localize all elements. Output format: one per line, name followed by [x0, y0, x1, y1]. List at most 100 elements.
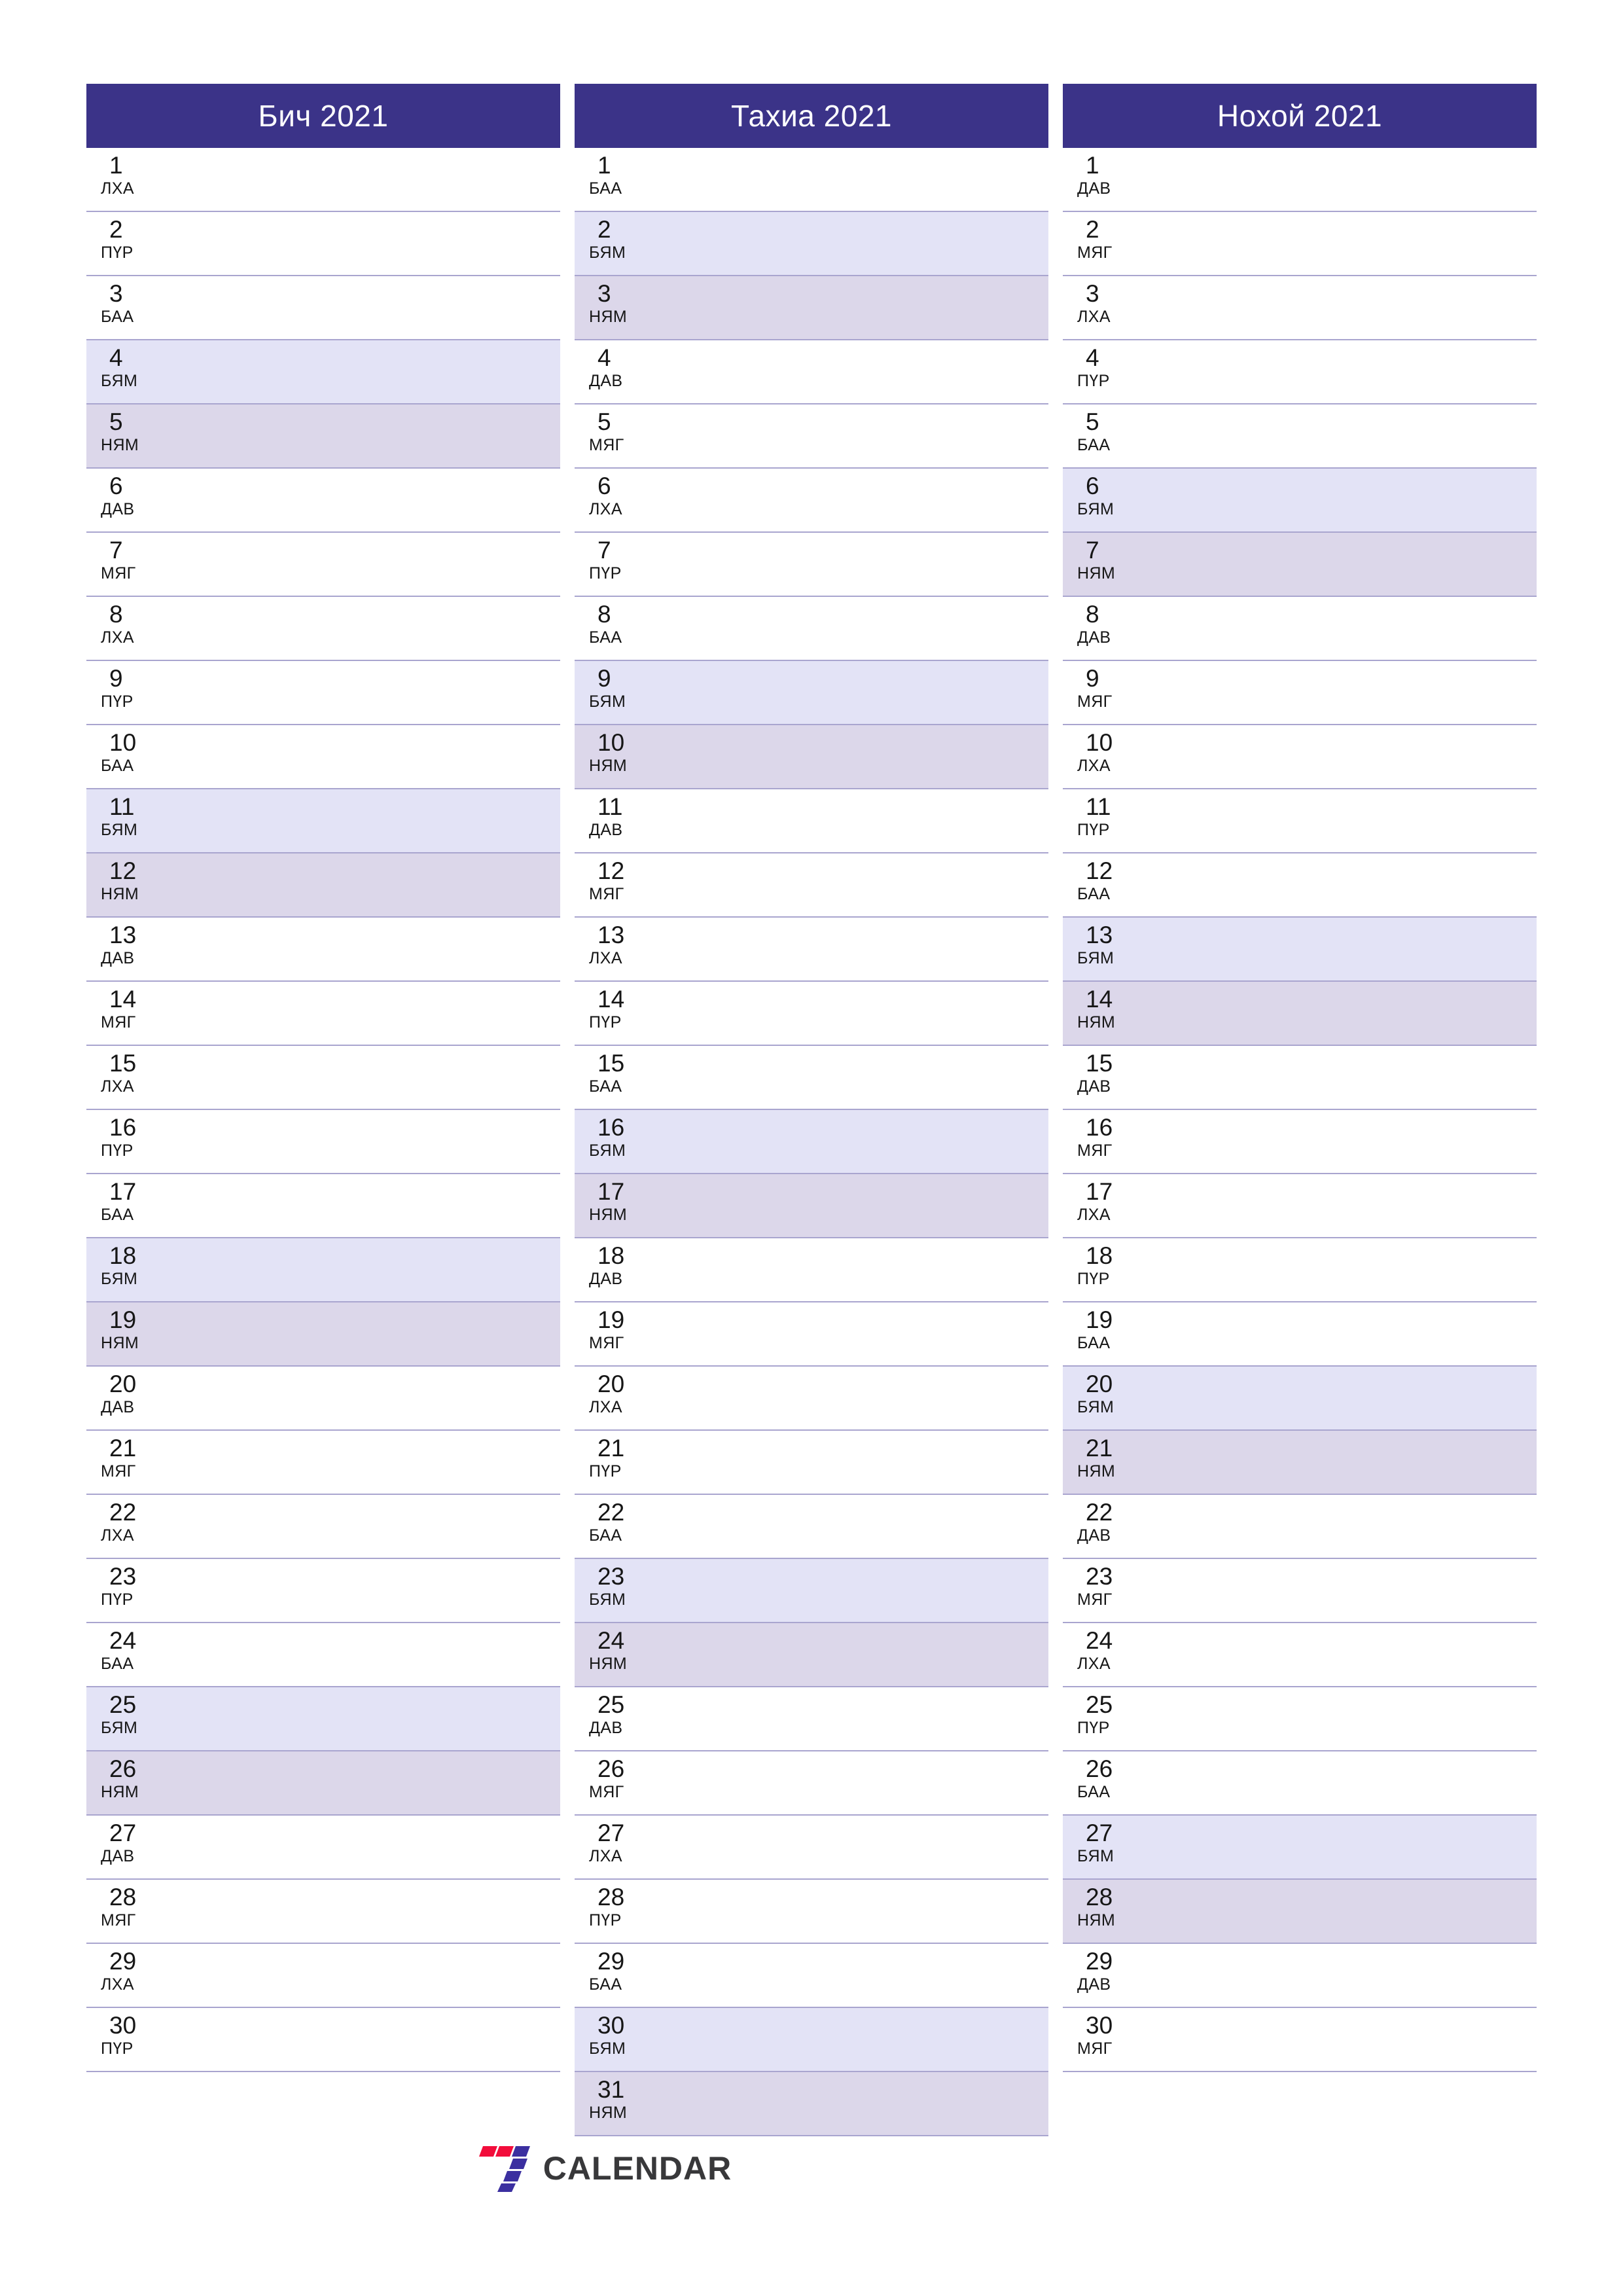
day-row[interactable]: 19 БАА	[1063, 1302, 1537, 1367]
day-row[interactable]: 24 ЛХА	[1063, 1623, 1537, 1687]
day-row[interactable]: 27 ДАВ	[86, 1816, 560, 1880]
day-row[interactable]: 14 ПҮР	[575, 982, 1048, 1046]
day-row[interactable]: 21 ПҮР	[575, 1431, 1048, 1495]
day-row[interactable]: 22 ЛХА	[86, 1495, 560, 1559]
day-row[interactable]: 8 БАА	[575, 597, 1048, 661]
day-row[interactable]: 30 ПҮР	[86, 2008, 560, 2072]
day-row[interactable]: 4 ПҮР	[1063, 340, 1537, 404]
day-row[interactable]: 2 ПҮР	[86, 212, 560, 276]
day-row[interactable]: 4 БЯМ	[86, 340, 560, 404]
day-row[interactable]: 5 МЯГ	[575, 404, 1048, 469]
day-row[interactable]: 1 ДАВ	[1063, 148, 1537, 212]
day-row[interactable]: 2 БЯМ	[575, 212, 1048, 276]
day-row[interactable]: 19 НЯМ	[86, 1302, 560, 1367]
day-row[interactable]: 6 БЯМ	[1063, 469, 1537, 533]
day-row[interactable]: 21 НЯМ	[1063, 1431, 1537, 1495]
day-row[interactable]: 23 БЯМ	[575, 1559, 1048, 1623]
day-row[interactable]: 7 ПҮР	[575, 533, 1048, 597]
day-weekday: ДАВ	[1077, 1975, 1111, 1994]
day-row[interactable]: 13 ЛХА	[575, 918, 1048, 982]
day-row[interactable]: 4 ДАВ	[575, 340, 1048, 404]
day-row[interactable]: 8 ЛХА	[86, 597, 560, 661]
day-row[interactable]: 3 НЯМ	[575, 276, 1048, 340]
day-number: 24	[597, 1627, 625, 1654]
footer-logo: CALENDAR	[86, 2132, 1123, 2204]
day-row[interactable]: 17 НЯМ	[575, 1174, 1048, 1238]
day-row[interactable]: 1 ЛХА	[86, 148, 560, 212]
day-weekday: МЯГ	[1077, 243, 1113, 262]
day-row[interactable]: 15 ДАВ	[1063, 1046, 1537, 1110]
day-row[interactable]: 18 ДАВ	[575, 1238, 1048, 1302]
day-number: 21	[109, 1435, 137, 1462]
day-row[interactable]: 22 ДАВ	[1063, 1495, 1537, 1559]
day-row[interactable]: 28 ПҮР	[575, 1880, 1048, 1944]
day-row[interactable]: 24 БАА	[86, 1623, 560, 1687]
day-row[interactable]: 26 БАА	[1063, 1751, 1537, 1816]
day-row[interactable]: 20 ДАВ	[86, 1367, 560, 1431]
day-row[interactable]: 25 ПҮР	[1063, 1687, 1537, 1751]
day-row[interactable]: 20 БЯМ	[1063, 1367, 1537, 1431]
day-row[interactable]: 3 БАА	[86, 276, 560, 340]
day-row[interactable]: 9 БЯМ	[575, 661, 1048, 725]
day-row[interactable]: 27 БЯМ	[1063, 1816, 1537, 1880]
day-row[interactable]: 20 ЛХА	[575, 1367, 1048, 1431]
day-row[interactable]: 3 ЛХА	[1063, 276, 1537, 340]
day-row[interactable]: 15 ЛХА	[86, 1046, 560, 1110]
day-row[interactable]: 12 НЯМ	[86, 853, 560, 918]
day-row[interactable]: 2 МЯГ	[1063, 212, 1537, 276]
day-row[interactable]: 10 НЯМ	[575, 725, 1048, 789]
day-row[interactable]: 26 НЯМ	[86, 1751, 560, 1816]
day-number: 12	[597, 857, 625, 884]
day-row[interactable]: 11 ДАВ	[575, 789, 1048, 853]
day-row[interactable]: 13 ДАВ	[86, 918, 560, 982]
day-row[interactable]: 23 МЯГ	[1063, 1559, 1537, 1623]
day-row[interactable]: 6 ДАВ	[86, 469, 560, 533]
day-weekday: ДАВ	[1077, 1526, 1111, 1545]
day-row[interactable]: 18 ПҮР	[1063, 1238, 1537, 1302]
day-row[interactable]: 14 МЯГ	[86, 982, 560, 1046]
day-row[interactable]: 18 БЯМ	[86, 1238, 560, 1302]
day-row[interactable]: 29 ЛХА	[86, 1944, 560, 2008]
day-row[interactable]: 11 БЯМ	[86, 789, 560, 853]
day-row[interactable]: 9 ПҮР	[86, 661, 560, 725]
day-row[interactable]: 31 НЯМ	[575, 2072, 1048, 2136]
day-row[interactable]: 25 ДАВ	[575, 1687, 1048, 1751]
day-row[interactable]: 12 БАА	[1063, 853, 1537, 918]
day-row[interactable]: 7 НЯМ	[1063, 533, 1537, 597]
day-row[interactable]: 16 МЯГ	[1063, 1110, 1537, 1174]
day-row[interactable]: 10 БАА	[86, 725, 560, 789]
day-row[interactable]: 10 ЛХА	[1063, 725, 1537, 789]
day-row[interactable]: 5 БАА	[1063, 404, 1537, 469]
day-weekday: НЯМ	[589, 2104, 628, 2122]
day-row[interactable]: 29 БАА	[575, 1944, 1048, 2008]
day-weekday: БАА	[589, 1526, 622, 1545]
day-row[interactable]: 29 ДАВ	[1063, 1944, 1537, 2008]
day-row[interactable]: 9 МЯГ	[1063, 661, 1537, 725]
day-row[interactable]: 26 МЯГ	[575, 1751, 1048, 1816]
day-row[interactable]: 12 МЯГ	[575, 853, 1048, 918]
day-row[interactable]: 28 МЯГ	[86, 1880, 560, 1944]
day-row[interactable]: 16 ПҮР	[86, 1110, 560, 1174]
day-row[interactable]: 25 БЯМ	[86, 1687, 560, 1751]
day-row[interactable]: 30 МЯГ	[1063, 2008, 1537, 2072]
day-row[interactable]: 22 БАА	[575, 1495, 1048, 1559]
day-row[interactable]: 14 НЯМ	[1063, 982, 1537, 1046]
day-row[interactable]: 27 ЛХА	[575, 1816, 1048, 1880]
day-row[interactable]: 30 БЯМ	[575, 2008, 1048, 2072]
day-row[interactable]: 5 НЯМ	[86, 404, 560, 469]
day-row[interactable]: 24 НЯМ	[575, 1623, 1048, 1687]
day-row[interactable]: 15 БАА	[575, 1046, 1048, 1110]
day-row[interactable]: 6 ЛХА	[575, 469, 1048, 533]
day-row[interactable]: 7 МЯГ	[86, 533, 560, 597]
day-row[interactable]: 21 МЯГ	[86, 1431, 560, 1495]
day-row[interactable]: 19 МЯГ	[575, 1302, 1048, 1367]
day-row[interactable]: 28 НЯМ	[1063, 1880, 1537, 1944]
day-row[interactable]: 17 БАА	[86, 1174, 560, 1238]
day-row[interactable]: 16 БЯМ	[575, 1110, 1048, 1174]
day-row[interactable]: 13 БЯМ	[1063, 918, 1537, 982]
day-row[interactable]: 17 ЛХА	[1063, 1174, 1537, 1238]
day-row[interactable]: 8 ДАВ	[1063, 597, 1537, 661]
day-row[interactable]: 1 БАА	[575, 148, 1048, 212]
day-row[interactable]: 23 ПҮР	[86, 1559, 560, 1623]
day-row[interactable]: 11 ПҮР	[1063, 789, 1537, 853]
